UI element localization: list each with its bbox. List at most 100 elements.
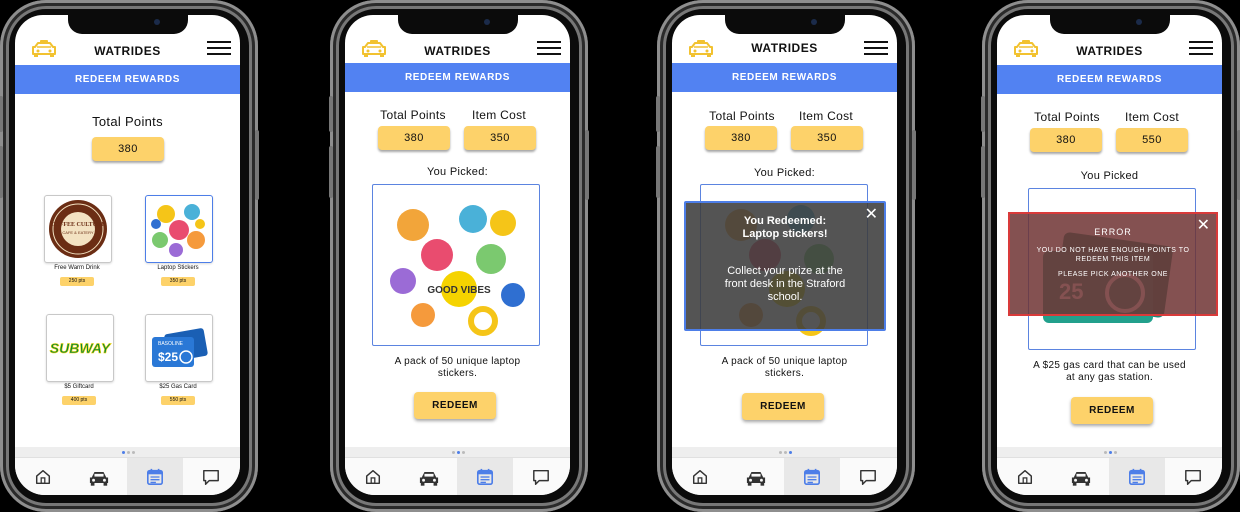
tab-rewards[interactable] (1109, 458, 1165, 495)
reward-points-badge: 550 pts (161, 396, 195, 405)
subway-logo: SUBWAY (49, 340, 112, 357)
tab-home[interactable] (345, 458, 401, 495)
tab-rewards[interactable] (127, 458, 183, 495)
hamburger-menu-icon[interactable] (537, 37, 561, 57)
tab-messages[interactable] (513, 458, 569, 495)
stickers-image (151, 204, 205, 257)
screen-item-detail: WATRIDES REDEEM REWARDS Total Points Ite… (345, 15, 570, 495)
home-icon (364, 468, 382, 486)
page-indicator (15, 447, 240, 457)
item-cost-label: Item Cost (1124, 110, 1180, 124)
reward-name: $5 Giftcard (64, 384, 94, 390)
reward-name: Free Warm Drink (54, 265, 100, 271)
reward-tile-subway-giftcard[interactable]: SUBWAY (46, 314, 114, 382)
modal-title: You Redeemed: Laptop stickers! (742, 215, 828, 240)
page-banner: REDEEM REWARDS (997, 65, 1222, 94)
car-icon (419, 469, 439, 486)
hamburger-menu-icon[interactable] (207, 37, 231, 57)
phone-frame-1: WATRIDES REDEEM REWARDS Total Points 380… (0, 0, 259, 512)
tab-rides[interactable] (1053, 458, 1109, 495)
total-points-value: 380 (1030, 128, 1102, 152)
reward-tile-warm-drink[interactable]: COFFEE CULTURE CAFE & EATERY (44, 195, 112, 263)
tab-rides[interactable] (728, 458, 784, 495)
total-points-label: Total Points (92, 114, 163, 129)
total-points-label: Total Points (1034, 110, 1100, 124)
tab-rewards[interactable] (457, 458, 513, 495)
total-points-label: Total Points (380, 108, 446, 122)
reward-tile-gas-card[interactable]: BASOLINE $25 (145, 314, 213, 382)
error-message: YOU DO NOT HAVE ENOUGH POINTS TO REDEEM … (1036, 247, 1190, 263)
total-points-value: 380 (378, 126, 450, 150)
picked-item-image: GOOD VIBES (372, 184, 540, 346)
item-cost-label: Item Cost (798, 109, 854, 123)
app-header: WATRIDES (672, 35, 897, 65)
tab-rewards[interactable] (784, 458, 840, 495)
app-header: WATRIDES (997, 35, 1222, 65)
reward-name: Laptop Stickers (157, 265, 199, 271)
svg-text:$25: $25 (158, 350, 178, 364)
notch (724, 15, 845, 34)
phone-frame-2: WATRIDES REDEEM REWARDS Total Points Ite… (329, 0, 589, 512)
total-points-label: Total Points (709, 109, 775, 123)
tab-home[interactable] (15, 458, 71, 495)
tab-rides[interactable] (401, 458, 457, 495)
calendar-icon (146, 468, 164, 486)
car-icon (1071, 469, 1091, 486)
tab-messages[interactable] (840, 458, 896, 495)
bottom-tab-bar (672, 457, 897, 495)
you-picked-label: You Picked: (427, 166, 488, 178)
car-icon (746, 469, 766, 486)
error-hint: PLEASE PICK ANOTHER ONE (1058, 271, 1168, 278)
tab-rides[interactable] (71, 458, 127, 495)
hamburger-menu-icon[interactable] (1189, 37, 1213, 57)
you-picked-label: You Picked (1080, 170, 1139, 182)
tab-home[interactable] (672, 458, 728, 495)
bottom-tab-bar (345, 457, 570, 495)
item-cost-value: 350 (464, 126, 536, 150)
total-points-value: 380 (705, 126, 777, 150)
bottom-tab-bar (997, 457, 1222, 495)
total-points-value: 380 (92, 137, 164, 161)
item-description: A $25 gas card that can be used at any g… (1033, 360, 1186, 383)
logo-text: COFFEE CULTURE (51, 222, 106, 228)
redeem-success-modal: ✕ You Redeemed: Laptop stickers! Collect… (684, 201, 886, 331)
reward-points-badge: 400 pts (62, 396, 96, 405)
coffee-culture-logo: COFFEE CULTURE CAFE & EATERY (49, 200, 107, 258)
gas-card-image: BASOLINE $25 (152, 328, 208, 367)
page-indicator (997, 447, 1222, 457)
calendar-icon (1128, 468, 1146, 486)
chat-icon (202, 468, 220, 486)
page-banner: REDEEM REWARDS (672, 63, 897, 92)
phone-frame-4: WATRIDES REDEEM REWARDS Total Points Ite… (981, 0, 1240, 512)
svg-text:BASOLINE: BASOLINE (158, 341, 184, 347)
chat-icon (1184, 468, 1202, 486)
car-icon (89, 469, 109, 486)
app-header: WATRIDES (345, 35, 570, 65)
tab-messages[interactable] (183, 458, 239, 495)
notch (1049, 15, 1170, 34)
app-header: WATRIDES (15, 35, 240, 65)
home-icon (1016, 468, 1034, 486)
modal-message: Collect your prize at the front desk in … (724, 265, 846, 303)
home-icon (34, 468, 52, 486)
redeem-button[interactable]: REDEEM (414, 392, 496, 419)
calendar-icon (476, 468, 494, 486)
redeem-button[interactable]: REDEEM (742, 393, 824, 420)
svg-text:SUBWAY: SUBWAY (50, 340, 112, 356)
calendar-icon (803, 468, 821, 486)
tab-messages[interactable] (1165, 458, 1221, 495)
item-description: A pack of 50 unique laptop stickers. (721, 356, 848, 379)
page-banner: REDEEM REWARDS (345, 63, 570, 92)
reward-name: $25 Gas Card (159, 384, 197, 390)
tab-home[interactable] (997, 458, 1053, 495)
item-cost-label: Item Cost (471, 108, 527, 122)
error-modal: ✕ ERROR YOU DO NOT HAVE ENOUGH POINTS TO… (1008, 212, 1218, 316)
reward-tile-laptop-stickers[interactable] (145, 195, 213, 263)
redeem-button[interactable]: REDEEM (1071, 397, 1153, 424)
hamburger-menu-icon[interactable] (864, 37, 888, 57)
home-icon (691, 468, 709, 486)
notch (67, 15, 188, 34)
close-icon[interactable]: ✕ (865, 207, 878, 223)
chat-icon (859, 468, 877, 486)
svg-text:CAFE & EATERY: CAFE & EATERY (62, 230, 94, 235)
